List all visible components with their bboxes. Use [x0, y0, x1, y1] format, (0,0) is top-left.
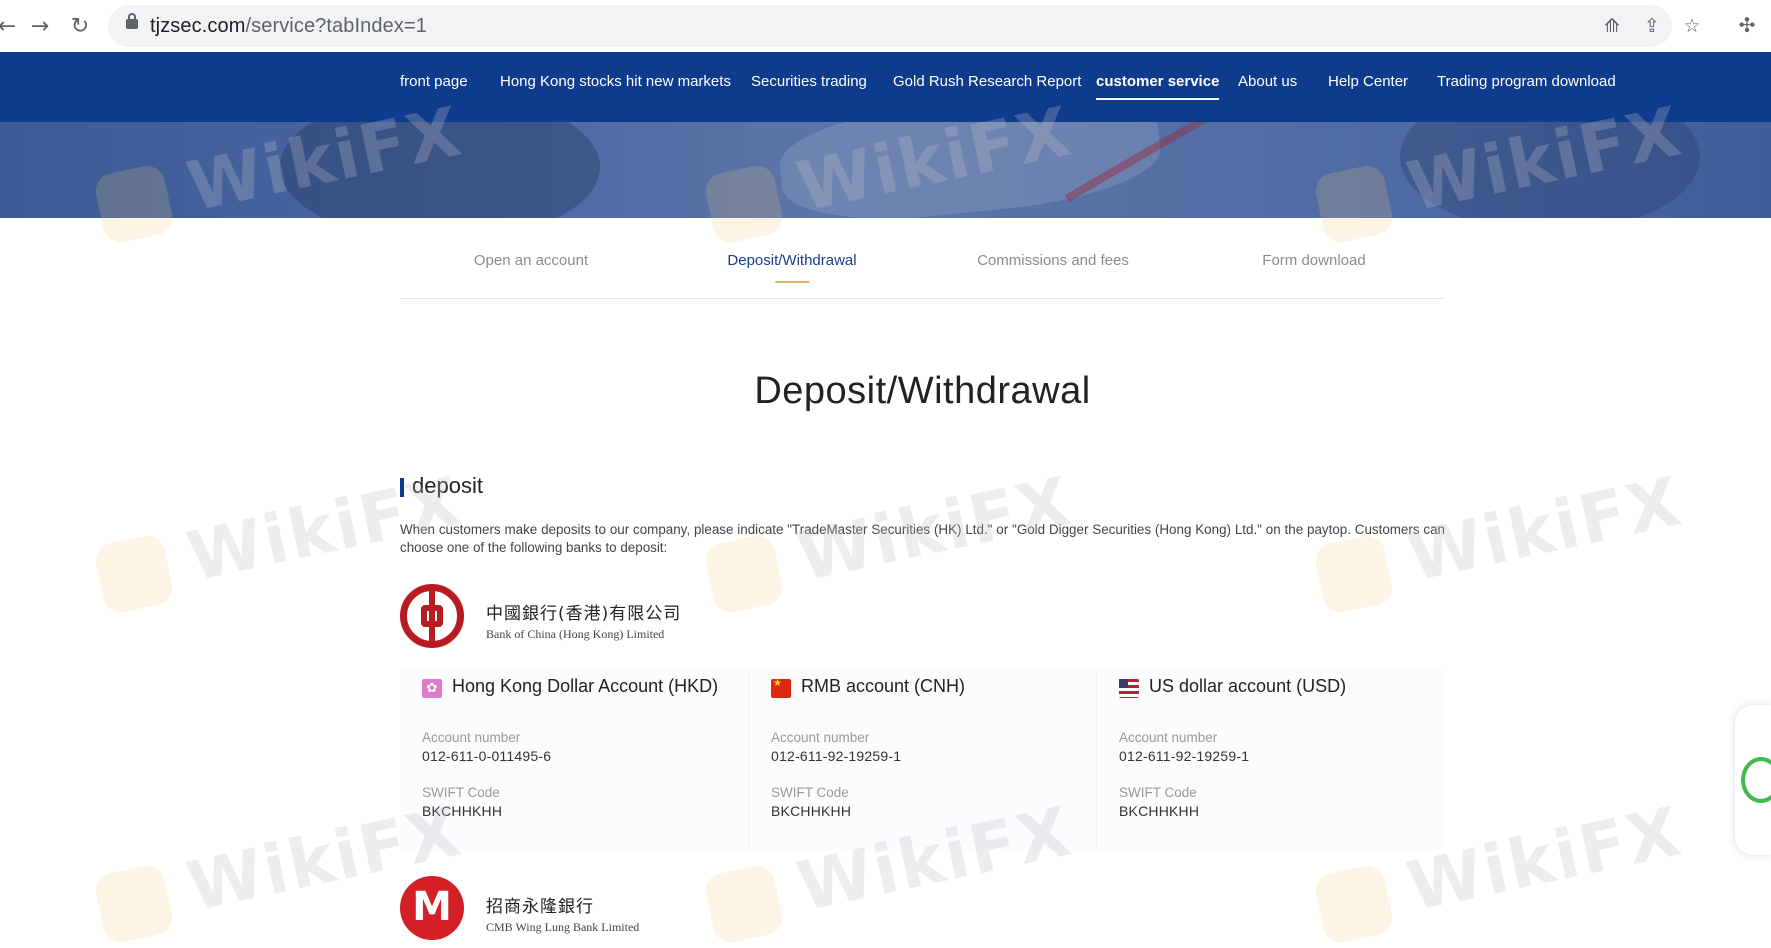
floating-chat-widget[interactable]	[1735, 705, 1771, 855]
cmb-logo: M	[400, 876, 464, 940]
reload-icon[interactable]: ↻	[65, 11, 95, 41]
account-name: Hong Kong Dollar Account (HKD)	[452, 676, 719, 696]
account-number-label: Account number	[1119, 730, 1218, 745]
deposit-instructions: When customers make deposits to our comp…	[400, 522, 1445, 555]
account-name: US dollar account (USD)	[1149, 676, 1347, 696]
forward-arrow-icon[interactable]: →	[25, 11, 55, 41]
account-number: 012-611-92-19259-1	[771, 748, 902, 764]
swift-code: BKCHHKHH	[422, 803, 503, 819]
bank-name-en: CMB Wing Lung Bank Limited	[486, 920, 640, 934]
account-number: 012-611-0-011495-6	[422, 748, 552, 764]
swift-code: BKCHHKHH	[1119, 803, 1200, 819]
swift-code-label: SWIFT Code	[771, 785, 849, 800]
lock-icon[interactable]	[126, 13, 138, 29]
bookmark-star-icon[interactable]: ☆	[1680, 14, 1704, 38]
account-name: RMB account (CNH)	[801, 676, 966, 696]
nav-item-about-us[interactable]: About us	[1238, 52, 1297, 122]
swift-code: BKCHHKHH	[771, 803, 852, 819]
page-title: Deposit/Withdrawal	[754, 370, 1091, 412]
account-card-cnh: RMB account (CNH) Account number 012-611…	[748, 670, 1097, 850]
main-navigation: front page Hong Kong stocks hit new mark…	[0, 52, 1771, 122]
bank-name-cn: 中國銀行(香港)有限公司	[486, 604, 682, 624]
nav-item-securities-trading[interactable]: Securities trading	[751, 52, 867, 122]
account-number-label: Account number	[422, 730, 521, 745]
nav-item-research-report[interactable]: Gold Rush Research Report	[893, 52, 1081, 122]
tab-deposit-withdrawal[interactable]: Deposit/Withdrawal	[727, 218, 857, 298]
account-number: 012-611-92-19259-1	[1119, 748, 1250, 764]
account-card-usd: US dollar account (USD) Account number 0…	[1096, 670, 1445, 850]
tab-open-account[interactable]: Open an account	[474, 218, 588, 298]
chat-icon[interactable]	[1741, 757, 1771, 803]
bank-name-cn: 招商永隆銀行	[486, 897, 594, 917]
nav-item-hk-stocks[interactable]: Hong Kong stocks hit new markets	[500, 52, 731, 122]
service-tabs: Open an account Deposit/Withdrawal Commi…	[400, 218, 1445, 299]
hk-flag-icon	[422, 679, 442, 698]
account-card-hkd: Hong Kong Dollar Account (HKD) Account n…	[400, 670, 748, 850]
section-marker	[400, 478, 404, 497]
nav-item-trading-download[interactable]: Trading program download	[1437, 52, 1616, 122]
url-text[interactable]: tjzsec.com/service?tabIndex=1	[150, 15, 427, 38]
address-bar[interactable]: tjzsec.com/service?tabIndex=1 ⟰ ⇪ ☆	[108, 5, 1701, 47]
section-title: deposit	[412, 473, 483, 498]
nav-item-help-center[interactable]: Help Center	[1328, 52, 1408, 122]
boc-logo	[400, 584, 464, 648]
cn-flag-icon	[771, 678, 791, 698]
tab-form-download[interactable]: Form download	[1262, 218, 1365, 298]
nav-item-front-page[interactable]: front page	[400, 52, 468, 122]
nav-item-customer-service[interactable]: customer service	[1096, 52, 1220, 122]
bank-name-en: Bank of China (Hong Kong) Limited	[486, 627, 665, 641]
hero-banner	[0, 122, 1771, 218]
account-number-label: Account number	[771, 730, 870, 745]
translate-icon[interactable]: ⟰	[1600, 14, 1624, 38]
tab-commissions-fees[interactable]: Commissions and fees	[977, 218, 1129, 298]
swift-code-label: SWIFT Code	[1119, 785, 1197, 800]
share-icon[interactable]: ⇪	[1640, 14, 1664, 38]
us-flag-icon	[1119, 679, 1139, 698]
back-arrow-icon[interactable]: ←	[0, 11, 22, 41]
browser-toolbar: ← → ↻ tjzsec.com/service?tabIndex=1 ⟰ ⇪ …	[0, 0, 1771, 53]
extensions-icon[interactable]: ✣	[1734, 12, 1760, 38]
account-list: Hong Kong Dollar Account (HKD) Account n…	[400, 670, 1445, 850]
swift-code-label: SWIFT Code	[422, 785, 500, 800]
